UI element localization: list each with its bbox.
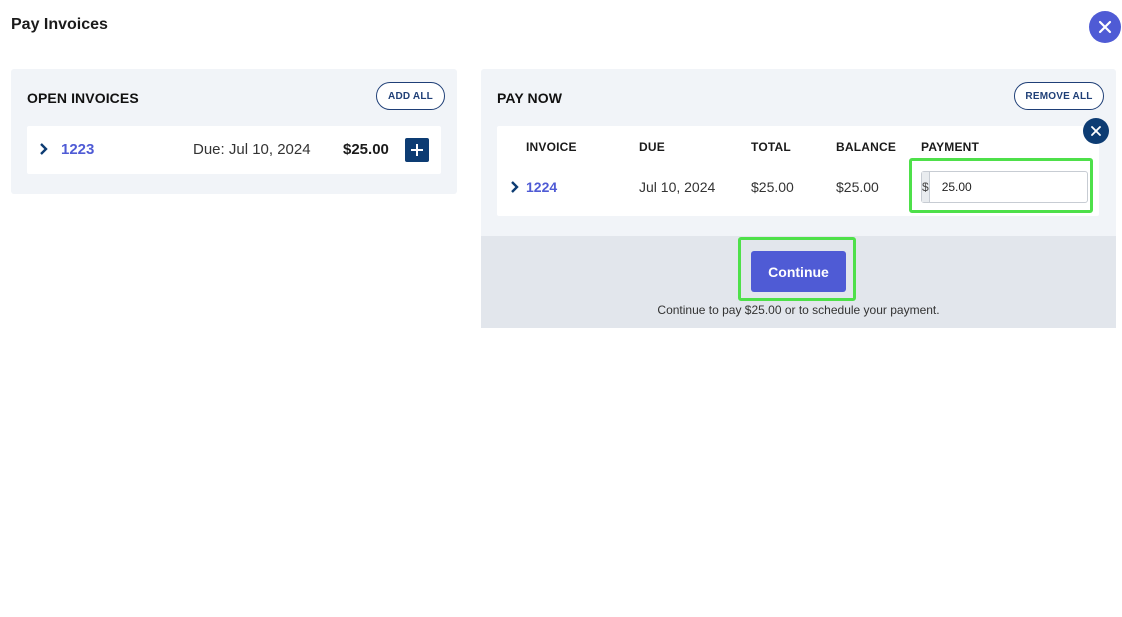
remove-invoice-button[interactable] (1083, 118, 1109, 144)
pay-now-footer: Continue Continue to pay $25.00 or to sc… (481, 236, 1116, 328)
chevron-right-icon[interactable] (39, 143, 49, 155)
close-modal-button[interactable] (1089, 11, 1121, 43)
page-title: Pay Invoices (11, 16, 108, 33)
pay-now-panel: PAY NOW REMOVE ALL INVOICE DUE TOTAL BAL… (481, 69, 1116, 328)
open-invoice-amount: $25.00 (343, 141, 389, 158)
column-header-due: DUE (639, 140, 665, 154)
payment-amount-field[interactable]: $ (921, 171, 1097, 203)
open-invoices-panel: OPEN INVOICES ADD ALL 1223 Due: Jul 10, … (11, 69, 457, 194)
pay-invoice-number-link[interactable]: 1224 (526, 179, 557, 195)
pay-invoice-due-date: Jul 10, 2024 (639, 179, 716, 195)
pay-invoice-total: $25.00 (751, 179, 794, 195)
currency-prefix: $ (922, 172, 930, 202)
column-header-total: TOTAL (751, 140, 791, 154)
add-invoice-button[interactable] (405, 138, 429, 162)
add-all-button[interactable]: ADD ALL (376, 82, 445, 110)
column-header-balance: BALANCE (836, 140, 897, 154)
payment-summary-note: Continue to pay $25.00 or to schedule yo… (657, 303, 940, 317)
payment-amount-input[interactable] (929, 172, 1097, 202)
close-icon (1091, 126, 1101, 136)
column-header-payment: PAYMENT (921, 140, 980, 154)
column-header-invoice: INVOICE (526, 140, 577, 154)
plus-icon (411, 144, 423, 156)
pay-now-heading: PAY NOW (497, 90, 563, 106)
open-invoice-item: 1223 Due: Jul 10, 2024 $25.00 (27, 126, 441, 174)
remove-all-button[interactable]: REMOVE ALL (1014, 82, 1104, 110)
open-invoice-number-link[interactable]: 1223 (61, 141, 94, 158)
open-invoices-heading: OPEN INVOICES (27, 90, 139, 106)
continue-button[interactable]: Continue (751, 251, 846, 292)
pay-invoices-modal: Pay Invoices OPEN INVOICES ADD ALL 1223 … (0, 0, 1122, 617)
close-icon (1098, 20, 1112, 34)
pay-invoice-balance: $25.00 (836, 179, 879, 195)
chevron-right-icon[interactable] (510, 181, 520, 193)
open-invoice-due-date: Due: Jul 10, 2024 (193, 141, 311, 158)
